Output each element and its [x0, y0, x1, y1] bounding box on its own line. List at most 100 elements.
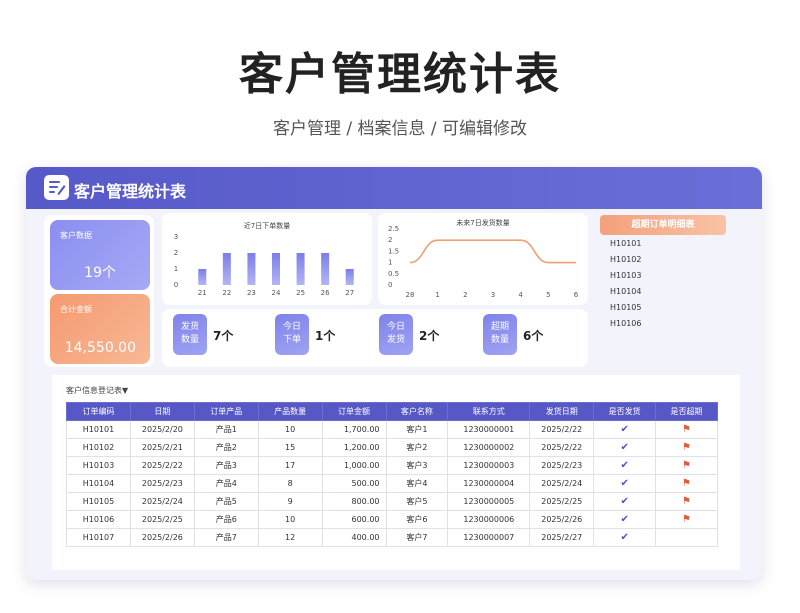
table-cell[interactable]: 12: [257, 528, 323, 547]
table-cell[interactable]: 1,000.00: [321, 456, 387, 475]
bar-mark[interactable]: [247, 253, 256, 285]
column-header[interactable]: 联系方式: [447, 402, 531, 421]
table-cell[interactable]: 9: [257, 492, 323, 511]
overdue-item[interactable]: H10106: [610, 319, 641, 328]
table-cell[interactable]: 2025/2/27: [529, 528, 595, 547]
shipped-check-icon[interactable]: ✔: [593, 438, 657, 457]
table-cell[interactable]: 2025/2/22: [529, 438, 595, 457]
column-header[interactable]: 发货日期: [529, 402, 595, 421]
table-cell[interactable]: H10105: [66, 492, 131, 511]
column-header[interactable]: 日期: [129, 402, 195, 421]
bar-mark[interactable]: [345, 269, 354, 285]
column-header[interactable]: 订单金额: [321, 402, 387, 421]
table-cell[interactable]: H10103: [66, 456, 131, 475]
table-cell[interactable]: H10106: [66, 510, 131, 529]
bar-mark[interactable]: [296, 253, 305, 285]
table-cell[interactable]: 600.00: [321, 510, 387, 529]
table-cell[interactable]: 产品4: [193, 474, 259, 493]
table-cell[interactable]: 2025/2/25: [529, 492, 595, 511]
table-cell[interactable]: H10107: [66, 528, 131, 547]
table-cell[interactable]: 产品5: [193, 492, 259, 511]
table-cell[interactable]: H10101: [66, 420, 131, 439]
table-cell[interactable]: 产品3: [193, 456, 259, 475]
table-row[interactable]: H10104 2025/2/23 产品4 8 500.00 客户4 1230000004 20…: [66, 474, 718, 493]
table-cell[interactable]: 1230000006: [447, 510, 531, 529]
table-row[interactable]: H10105 2025/2/24 产品5 9 800.00 客户5 1230000005 20…: [66, 492, 718, 511]
table-cell[interactable]: 1230000001: [447, 420, 531, 439]
overdue-flag-icon[interactable]: ⚑: [655, 474, 718, 493]
column-header[interactable]: 客户名称: [385, 402, 449, 421]
table-cell[interactable]: 1230000007: [447, 528, 531, 547]
table-cell[interactable]: 2025/2/21: [129, 438, 195, 457]
table-cell[interactable]: 1,700.00: [321, 420, 387, 439]
line-series[interactable]: [409, 239, 576, 264]
overdue-item[interactable]: H10101: [610, 239, 641, 248]
table-cell[interactable]: 500.00: [321, 474, 387, 493]
bar-mark[interactable]: [321, 253, 330, 285]
table-cell[interactable]: 1230000005: [447, 492, 531, 511]
overdue-flag-icon[interactable]: ⚑: [655, 438, 718, 457]
column-header[interactable]: 是否发货: [593, 402, 657, 421]
bar-mark[interactable]: [198, 269, 207, 285]
table-cell[interactable]: H10104: [66, 474, 131, 493]
table-cell[interactable]: 15: [257, 438, 323, 457]
table-cell[interactable]: 2025/2/26: [129, 528, 195, 547]
table-cell[interactable]: 17: [257, 456, 323, 475]
overdue-flag-icon[interactable]: ⚑: [655, 456, 718, 475]
shipped-check-icon[interactable]: ✔: [593, 492, 657, 511]
table-cell[interactable]: 10: [257, 420, 323, 439]
table-cell[interactable]: 客户2: [385, 438, 449, 457]
table-cell[interactable]: 2025/2/24: [129, 492, 195, 511]
overdue-item[interactable]: H10103: [610, 271, 641, 280]
table-cell[interactable]: 2025/2/20: [129, 420, 195, 439]
table-cell[interactable]: 2025/2/25: [129, 510, 195, 529]
overdue-flag-icon[interactable]: ⚑: [655, 492, 718, 511]
table-row[interactable]: H10107 2025/2/26 产品7 12 400.00 客户7 1230000007 2…: [66, 528, 718, 547]
table-cell[interactable]: 2025/2/23: [529, 456, 595, 475]
table-row[interactable]: H10103 2025/2/22 产品3 17 1,000.00 客户3 123000000…: [66, 456, 718, 475]
table-cell[interactable]: 10: [257, 510, 323, 529]
table-cell[interactable]: 客户3: [385, 456, 449, 475]
table-caption-dropdown[interactable]: 客户信息登记表▼: [66, 385, 128, 396]
table-cell[interactable]: 客户4: [385, 474, 449, 493]
table-cell[interactable]: 1230000004: [447, 474, 531, 493]
table-cell[interactable]: 产品2: [193, 438, 259, 457]
table-cell[interactable]: 产品1: [193, 420, 259, 439]
table-cell[interactable]: H10102: [66, 438, 131, 457]
column-header[interactable]: 产品数量: [257, 402, 323, 421]
column-header[interactable]: 订单产品: [193, 402, 259, 421]
shipped-check-icon[interactable]: ✔: [593, 510, 657, 529]
overdue-flag-icon[interactable]: ⚑: [655, 510, 718, 529]
column-header[interactable]: 是否超期: [655, 402, 718, 421]
table-cell[interactable]: 2025/2/22: [529, 420, 595, 439]
table-cell[interactable]: 1,200.00: [321, 438, 387, 457]
shipped-check-icon[interactable]: ✔: [593, 420, 657, 439]
overdue-item[interactable]: H10105: [610, 303, 641, 312]
shipped-check-icon[interactable]: ✔: [593, 474, 657, 493]
table-cell[interactable]: 1230000003: [447, 456, 531, 475]
shipped-check-icon[interactable]: ✔: [593, 528, 657, 547]
table-cell[interactable]: 2025/2/26: [529, 510, 595, 529]
column-header[interactable]: 订单编码: [66, 402, 131, 421]
table-cell[interactable]: 产品7: [193, 528, 259, 547]
table-cell[interactable]: 客户6: [385, 510, 449, 529]
overdue-item[interactable]: H10102: [610, 255, 641, 264]
table-cell[interactable]: 客户1: [385, 420, 449, 439]
table-cell[interactable]: 2025/2/24: [529, 474, 595, 493]
table-cell[interactable]: 8: [257, 474, 323, 493]
overdue-item[interactable]: H10104: [610, 287, 641, 296]
overdue-flag-icon[interactable]: ⚑: [655, 420, 718, 439]
table-cell[interactable]: 400.00: [321, 528, 387, 547]
table-cell[interactable]: 2025/2/22: [129, 456, 195, 475]
table-cell[interactable]: 2025/2/23: [129, 474, 195, 493]
table-row[interactable]: H10101 2025/2/20 产品1 10 1,700.00 客户1 123000000…: [66, 420, 718, 439]
table-row[interactable]: H10106 2025/2/25 产品6 10 600.00 客户6 1230000006 2…: [66, 510, 718, 529]
table-cell[interactable]: 1230000002: [447, 438, 531, 457]
table-cell[interactable]: 产品6: [193, 510, 259, 529]
table-cell[interactable]: 客户7: [385, 528, 449, 547]
bar-mark[interactable]: [272, 253, 280, 285]
bar-mark[interactable]: [222, 253, 231, 285]
shipped-check-icon[interactable]: ✔: [593, 456, 657, 475]
table-row[interactable]: H10102 2025/2/21 产品2 15 1,200.00 客户2 123000000…: [66, 438, 718, 457]
overdue-flag-icon[interactable]: [655, 528, 718, 547]
